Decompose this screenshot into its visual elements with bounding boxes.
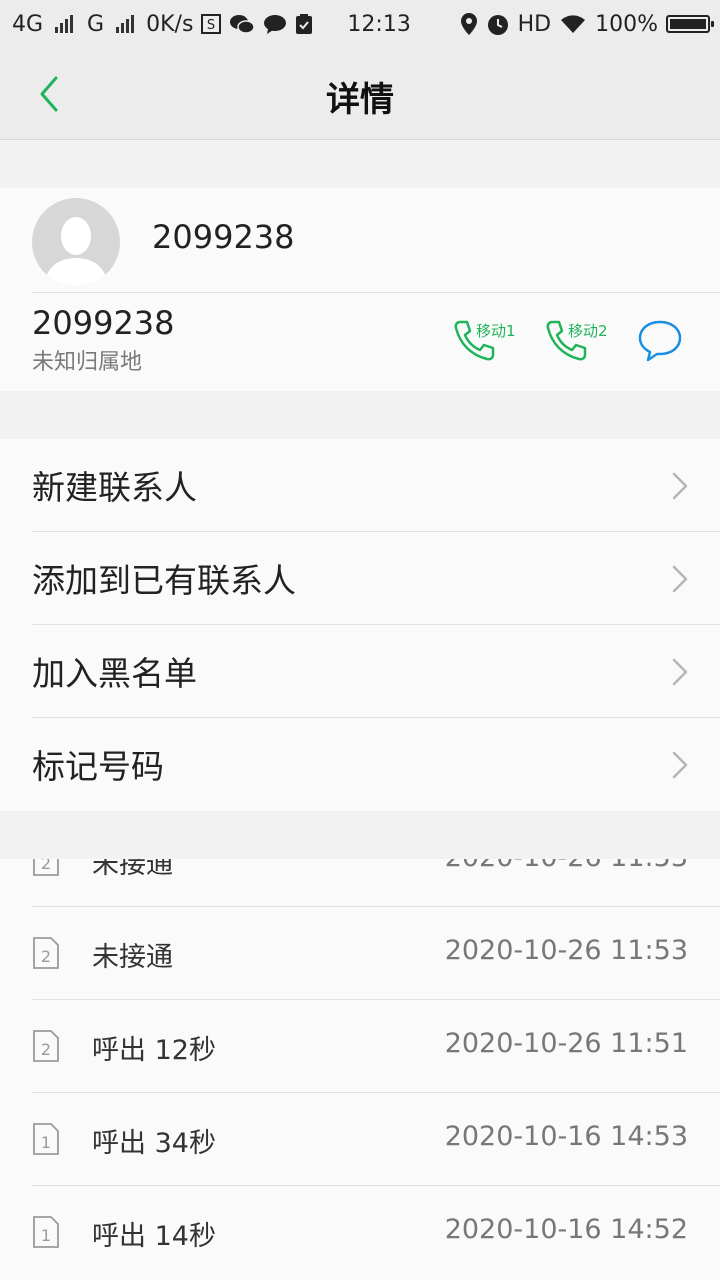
sim-card-icon: 2 — [33, 937, 59, 969]
battery-icon — [666, 15, 714, 33]
task-check-icon — [295, 13, 313, 35]
call-log-row[interactable]: 2 未接通 2020-10-26 11:53 — [0, 907, 720, 1000]
menu-item-new-contact[interactable]: 新建联系人 — [0, 439, 720, 532]
call-time: 2020-10-26 11:53 — [444, 935, 688, 966]
call-log-list[interactable]: 2 未接通 2020-10-26 11:53 2 未接通 2020-10-26 … — [0, 859, 720, 1280]
chevron-right-icon — [672, 565, 688, 593]
contact-name: 2099238 — [152, 218, 295, 256]
signal-icon-2 — [116, 15, 135, 33]
menu-item-label: 标记号码 — [32, 747, 164, 786]
alarm-icon — [486, 12, 510, 36]
call-sim2-button[interactable]: 移动2 — [544, 316, 614, 366]
message-icon — [638, 320, 682, 362]
status-right: HD 100% — [460, 12, 720, 37]
svg-text:1: 1 — [41, 1226, 51, 1245]
battery-percent: 100% — [595, 11, 658, 37]
signal-icon-1 — [55, 15, 74, 33]
call-time: 2020-10-16 14:53 — [444, 1121, 688, 1152]
person-icon — [44, 217, 108, 286]
menu-item-blacklist[interactable]: 加入黑名单 — [0, 625, 720, 718]
call-type: 未接通 — [92, 859, 173, 880]
svg-text:2: 2 — [41, 1040, 51, 1059]
chevron-right-icon — [672, 751, 688, 779]
chevron-right-icon — [672, 658, 688, 686]
action-menu: 新建联系人 添加到已有联系人 加入黑名单 标记号码 — [0, 439, 720, 811]
sim-card-icon: 1 — [33, 1216, 59, 1248]
status-bar: 4G G 0K/s S 12:13 HD 100% — [0, 0, 720, 48]
chevron-right-icon — [672, 472, 688, 500]
call-type: 未接通 — [92, 942, 173, 973]
phone-number: 2099238 — [32, 304, 175, 342]
wechat-icon — [229, 13, 256, 35]
sim-card-icon: 1 — [33, 1123, 59, 1155]
menu-item-label: 新建联系人 — [32, 468, 197, 507]
call-sim1-label: 移动1 — [476, 322, 516, 340]
message-bubble-icon — [263, 13, 287, 35]
svg-text:1: 1 — [41, 1133, 51, 1152]
menu-item-add-to-existing[interactable]: 添加到已有联系人 — [0, 532, 720, 625]
call-log-row[interactable]: 2 未接通 2020-10-26 11:53 — [0, 859, 720, 907]
divider — [32, 292, 720, 293]
number-location: 未知归属地 — [32, 350, 143, 375]
call-time: 2020-10-26 11:53 — [445, 859, 688, 873]
call-sim1-button[interactable]: 移动1 — [452, 316, 522, 366]
call-type: 呼出 14秒 — [92, 1221, 216, 1252]
battery-fill — [670, 19, 706, 29]
avatar[interactable] — [32, 198, 120, 286]
s-app-icon: S — [201, 14, 222, 34]
call-log-row[interactable]: 1 呼出 14秒 2020-10-16 14:52 — [0, 1186, 720, 1279]
menu-item-label: 加入黑名单 — [32, 654, 197, 693]
call-time: 2020-10-16 14:52 — [444, 1214, 688, 1245]
svg-text:S: S — [207, 18, 215, 33]
network-type-1: 4G — [12, 11, 44, 37]
sim-card-icon: 2 — [33, 1030, 59, 1062]
call-sim2-label: 移动2 — [568, 322, 608, 340]
call-log-row[interactable]: 2 呼出 12秒 2020-10-26 11:51 — [0, 1000, 720, 1093]
status-left: 4G G 0K/s S 12:13 — [0, 12, 411, 37]
call-log-row[interactable]: 1 呼出 34秒 2020-10-16 14:53 — [0, 1093, 720, 1186]
svg-text:2: 2 — [41, 947, 51, 966]
network-type-2: G — [87, 11, 105, 37]
page-title: 详情 — [326, 80, 394, 120]
contact-card: 2099238 2099238 未知归属地 移动1 移动2 — [0, 188, 720, 391]
menu-item-mark-number[interactable]: 标记号码 — [0, 718, 720, 811]
sim-card-icon: 2 — [33, 859, 59, 876]
call-type: 呼出 12秒 — [92, 1035, 216, 1066]
svg-text:2: 2 — [41, 859, 51, 873]
menu-item-label: 添加到已有联系人 — [32, 561, 296, 600]
network-speed: 0K/s — [146, 11, 194, 37]
call-time: 2020-10-26 11:51 — [444, 1028, 688, 1059]
clock-time: 12:13 — [347, 11, 411, 37]
location-icon — [460, 12, 478, 36]
message-button[interactable] — [636, 316, 684, 366]
wifi-icon — [559, 13, 587, 35]
call-type: 呼出 34秒 — [92, 1128, 216, 1159]
title-bar: 详情 — [0, 48, 720, 140]
hd-label: HD — [517, 11, 552, 37]
